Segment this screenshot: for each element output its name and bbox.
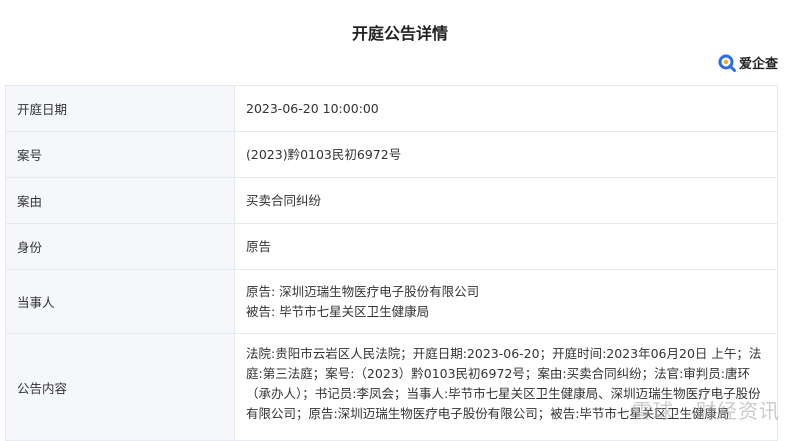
table-row: 开庭日期 2023-06-20 10:00:00: [5, 85, 778, 132]
field-label: 开庭日期: [5, 85, 235, 132]
table-row: 案号 (2023)黔0103民初6972号: [5, 131, 778, 178]
table-row: 当事人 原告: 深圳迈瑞生物医疗电子股份有限公司 被告: 毕节市七星关区卫生健康…: [5, 269, 778, 334]
party-list: 原告: 深圳迈瑞生物医疗电子股份有限公司 被告: 毕节市七星关区卫生健康局: [234, 269, 778, 334]
table-row: 身份 原告: [5, 223, 778, 270]
field-label: 案由: [5, 177, 235, 224]
field-label: 当事人: [5, 269, 235, 334]
field-value: 原告: [234, 223, 778, 270]
detail-table: 开庭日期 2023-06-20 10:00:00 案号 (2023)黔0103民…: [5, 85, 778, 441]
table-row: 公告内容 法院:贵阳市云岩区人民法院；开庭日期:2023-06-20；开庭时间:…: [5, 333, 778, 441]
brand-name: 爱企查: [738, 57, 778, 72]
field-label: 身份: [5, 223, 235, 270]
notice-content: 法院:贵阳市云岩区人民法院；开庭日期:2023-06-20；开庭时间:2023年…: [234, 333, 778, 441]
field-value: 2023-06-20 10:00:00: [234, 85, 778, 132]
table-row: 案由 买卖合同纠纷: [5, 177, 778, 224]
defendant-line: 被告: 毕节市七星关区卫生健康局: [246, 303, 430, 319]
magnifier-logo-icon: [718, 54, 736, 72]
field-label: 公告内容: [5, 333, 235, 441]
page-title: 开庭公告详情: [351, 24, 448, 43]
field-label: 案号: [5, 131, 235, 178]
plaintiff-line: 原告: 深圳迈瑞生物医疗电子股份有限公司: [246, 283, 480, 299]
brand-logo[interactable]: 爱企查: [718, 53, 778, 72]
field-value: (2023)黔0103民初6972号: [234, 131, 778, 178]
field-value: 买卖合同纠纷: [234, 177, 778, 224]
